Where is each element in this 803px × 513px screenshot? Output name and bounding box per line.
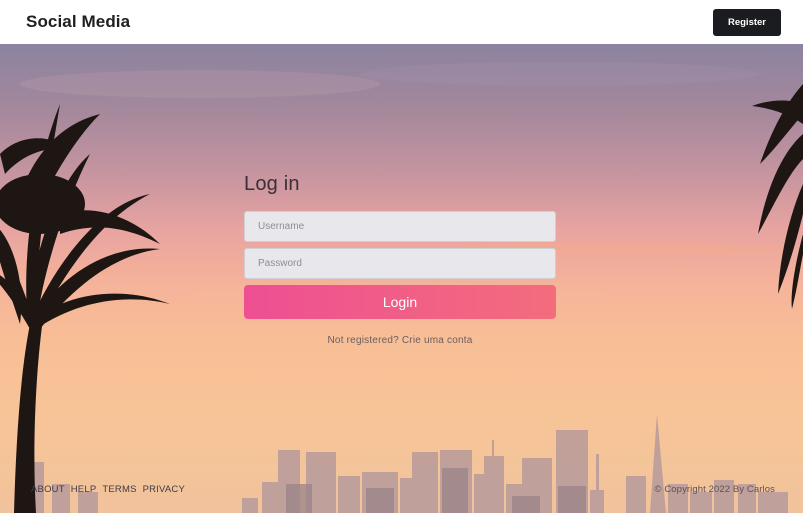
top-bar: Social Media Register [0,0,803,44]
login-button[interactable]: Login [244,285,556,319]
copyright-text: © Copyright 2022 By Carlos [654,484,775,495]
login-title: Log in [244,173,300,195]
register-link[interactable]: Not registered? Crie uma conta [244,335,556,346]
footer-link-about[interactable]: ABOUT [31,484,65,495]
login-form: Log in Login Not registered? Crie uma co… [244,173,556,346]
footer-links: ABOUT HELP TERMS PRIVACY [31,484,185,495]
footer-link-terms[interactable]: TERMS [102,484,136,495]
brand-title[interactable]: Social Media [26,12,130,32]
password-input[interactable] [244,248,556,279]
footer-link-privacy[interactable]: PRIVACY [143,484,185,495]
register-button[interactable]: Register [712,8,781,36]
username-input[interactable] [244,211,556,242]
footer-link-help[interactable]: HELP [71,484,97,495]
